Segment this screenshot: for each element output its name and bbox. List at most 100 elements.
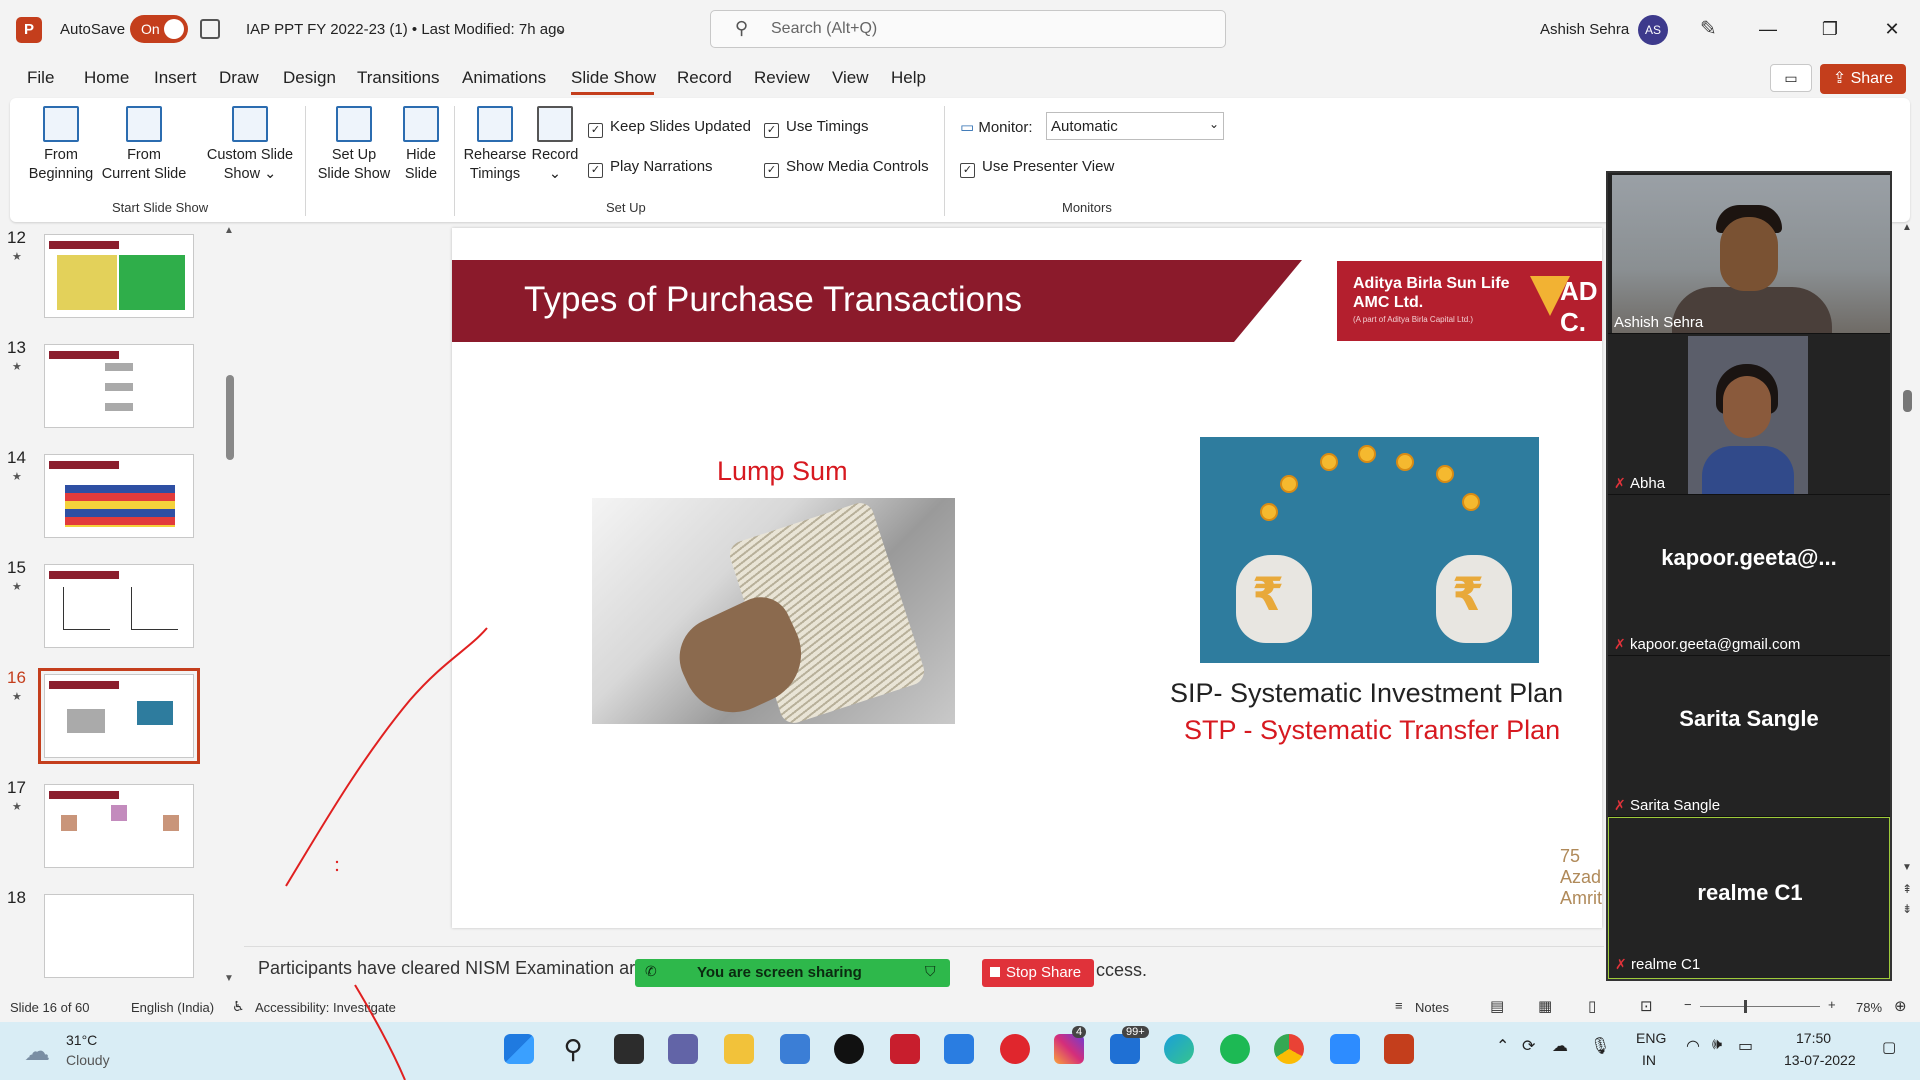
feedback-icon[interactable]: ⟳: [1522, 1036, 1535, 1056]
chevron-up-icon[interactable]: ⌃: [1496, 1036, 1509, 1056]
stp-text[interactable]: STP - Systematic Transfer Plan: [1184, 715, 1560, 746]
scroll-down-icon[interactable]: ▼: [1902, 862, 1912, 873]
mcafee-icon[interactable]: [890, 1034, 920, 1064]
file-explorer-icon[interactable]: [724, 1034, 754, 1064]
menu-review[interactable]: Review: [754, 68, 810, 88]
use-presenter-view-checkbox[interactable]: ✓ Use Presenter View: [960, 158, 1114, 178]
from-current-slide-button[interactable]: From Current Slide: [100, 106, 188, 184]
powerpoint-taskbar-icon[interactable]: [1384, 1034, 1414, 1064]
slide-thumbnail-18[interactable]: [44, 894, 194, 978]
notes-text-left[interactable]: Participants have cleared NISM Examinati…: [258, 958, 635, 979]
edge-icon[interactable]: [1164, 1034, 1194, 1064]
chevron-down-icon[interactable]: ⌄: [555, 19, 568, 37]
menu-slide-show[interactable]: Slide Show: [571, 68, 656, 88]
opera-icon[interactable]: [1000, 1034, 1030, 1064]
prev-slide-icon[interactable]: ⇞: [1902, 882, 1912, 896]
slide-thumbnail-13[interactable]: [44, 344, 194, 428]
battery-icon[interactable]: ▭: [1738, 1036, 1753, 1056]
language-line1[interactable]: ENG: [1636, 1030, 1666, 1046]
clock-time[interactable]: 17:50: [1796, 1030, 1831, 1046]
accessibility-icon[interactable]: ♿: [232, 998, 245, 1015]
menu-design[interactable]: Design: [283, 68, 336, 88]
menu-home[interactable]: Home: [84, 68, 129, 88]
task-view-icon[interactable]: [614, 1034, 644, 1064]
menu-transitions[interactable]: Transitions: [357, 68, 440, 88]
instagram-icon[interactable]: 4: [1054, 1026, 1087, 1064]
zoom-level[interactable]: 78%: [1856, 1000, 1882, 1015]
weather-desc[interactable]: Cloudy: [66, 1052, 110, 1068]
participant-tile[interactable]: kapoor.geeta@... ✗ kapoor.geeta@gmail.co…: [1608, 495, 1890, 656]
autosave-toggle[interactable]: On: [130, 15, 188, 43]
hide-slide-button[interactable]: Hide Slide: [398, 106, 444, 184]
show-media-controls-checkbox[interactable]: ✓ Show Media Controls: [764, 158, 929, 178]
scrollbar-thumb[interactable]: [226, 375, 234, 460]
scroll-down-icon[interactable]: ▼: [224, 973, 234, 984]
scroll-up-icon[interactable]: ▲: [1902, 222, 1912, 233]
sip-text[interactable]: SIP- Systematic Investment Plan: [1170, 678, 1563, 709]
record-button[interactable]: Record ⌄: [530, 106, 580, 184]
volume-icon[interactable]: 🕪: [1712, 1036, 1722, 1054]
microphone-icon[interactable]: 🎙: [1590, 1036, 1610, 1056]
reading-view-icon[interactable]: ▯: [1588, 997, 1596, 1015]
slide-canvas[interactable]: Types of Purchase Transactions Aditya Bi…: [452, 228, 1602, 928]
slide-thumbnail-12[interactable]: [44, 234, 194, 318]
search-input[interactable]: ⚲ Search (Alt+Q): [710, 10, 1226, 48]
zoom-out-icon[interactable]: −: [1684, 997, 1692, 1012]
menu-file[interactable]: File: [27, 68, 54, 88]
notes-toggle[interactable]: Notes: [1415, 1000, 1449, 1015]
mail-icon[interactable]: 99+: [1110, 1026, 1149, 1064]
scrollbar-thumb[interactable]: [1903, 390, 1912, 412]
menu-insert[interactable]: Insert: [154, 68, 197, 88]
participant-tile[interactable]: ✗ Abha: [1608, 334, 1890, 495]
dell-icon[interactable]: [834, 1034, 864, 1064]
minimize-button[interactable]: —: [1748, 14, 1788, 44]
keep-slides-updated-checkbox[interactable]: ✓ Keep Slides Updated: [588, 118, 751, 138]
next-slide-icon[interactable]: ⇟: [1902, 902, 1912, 916]
monitor-select[interactable]: Automatic ⌄: [1046, 112, 1224, 140]
notes-icon[interactable]: ≡: [1395, 998, 1403, 1013]
onedrive-icon[interactable]: ☁: [1552, 1036, 1568, 1056]
custom-slide-show-button[interactable]: Custom Slide Show ⌄: [202, 106, 298, 184]
lump-sum-heading[interactable]: Lump Sum: [717, 456, 848, 487]
zoom-slider[interactable]: [1700, 1006, 1820, 1007]
participant-tile[interactable]: Ashish Sehra: [1608, 173, 1890, 334]
notifications-icon[interactable]: ▢: [1882, 1038, 1896, 1056]
language-indicator[interactable]: English (India): [131, 1000, 214, 1015]
avatar[interactable]: AS: [1638, 15, 1668, 45]
scroll-up-icon[interactable]: ▲: [224, 225, 234, 236]
menu-help[interactable]: Help: [891, 68, 926, 88]
slideshow-icon[interactable]: ⊡: [1640, 997, 1653, 1015]
use-timings-checkbox[interactable]: ✓ Use Timings: [764, 118, 869, 138]
wifi-icon[interactable]: ◠: [1686, 1036, 1700, 1056]
clock-date[interactable]: 13-07-2022: [1784, 1052, 1856, 1068]
zoom-slider-handle[interactable]: [1744, 1000, 1747, 1013]
slide-thumbnail-15[interactable]: [44, 564, 194, 648]
zoom-icon[interactable]: [1330, 1034, 1360, 1064]
comments-button[interactable]: ▭: [1770, 64, 1812, 92]
slide-thumbnail-16[interactable]: [38, 668, 200, 764]
notes-text-right[interactable]: ccess.: [1096, 960, 1147, 981]
thumbnail-scrollbar[interactable]: ▲ ▼: [222, 225, 236, 985]
participant-tile[interactable]: Sarita Sangle ✗ Sarita Sangle: [1608, 656, 1890, 817]
slide-thumbnail-17[interactable]: [44, 784, 194, 868]
participant-tile-active-speaker[interactable]: realme C1 ✗ realme C1: [1608, 817, 1890, 979]
slide-title[interactable]: Types of Purchase Transactions: [524, 280, 1022, 320]
stop-share-button[interactable]: Stop Share: [982, 959, 1094, 987]
zoom-in-icon[interactable]: +: [1828, 997, 1836, 1012]
menu-record[interactable]: Record: [677, 68, 732, 88]
share-button[interactable]: ⇪ Share: [1820, 64, 1906, 94]
chrome-icon[interactable]: [1274, 1034, 1304, 1064]
slide-scrollbar[interactable]: ▲ ▼ ⇞ ⇟: [1898, 222, 1918, 982]
normal-view-icon[interactable]: ▤: [1490, 997, 1504, 1015]
rehearse-timings-button[interactable]: Rehearse Timings: [460, 106, 530, 184]
spotify-icon[interactable]: [1220, 1034, 1250, 1064]
from-beginning-button[interactable]: From Beginning: [24, 106, 98, 184]
play-narrations-checkbox[interactable]: ✓ Play Narrations: [588, 158, 713, 178]
sip-image[interactable]: ₹ ₹: [1200, 437, 1539, 663]
fit-to-window-icon[interactable]: ⊕: [1894, 997, 1907, 1015]
accessibility-status[interactable]: Accessibility: Investigate: [255, 1000, 396, 1015]
menu-draw[interactable]: Draw: [219, 68, 259, 88]
search-icon[interactable]: ⚲: [558, 1034, 588, 1064]
menu-animations[interactable]: Animations: [462, 68, 546, 88]
todo-icon[interactable]: [944, 1034, 974, 1064]
